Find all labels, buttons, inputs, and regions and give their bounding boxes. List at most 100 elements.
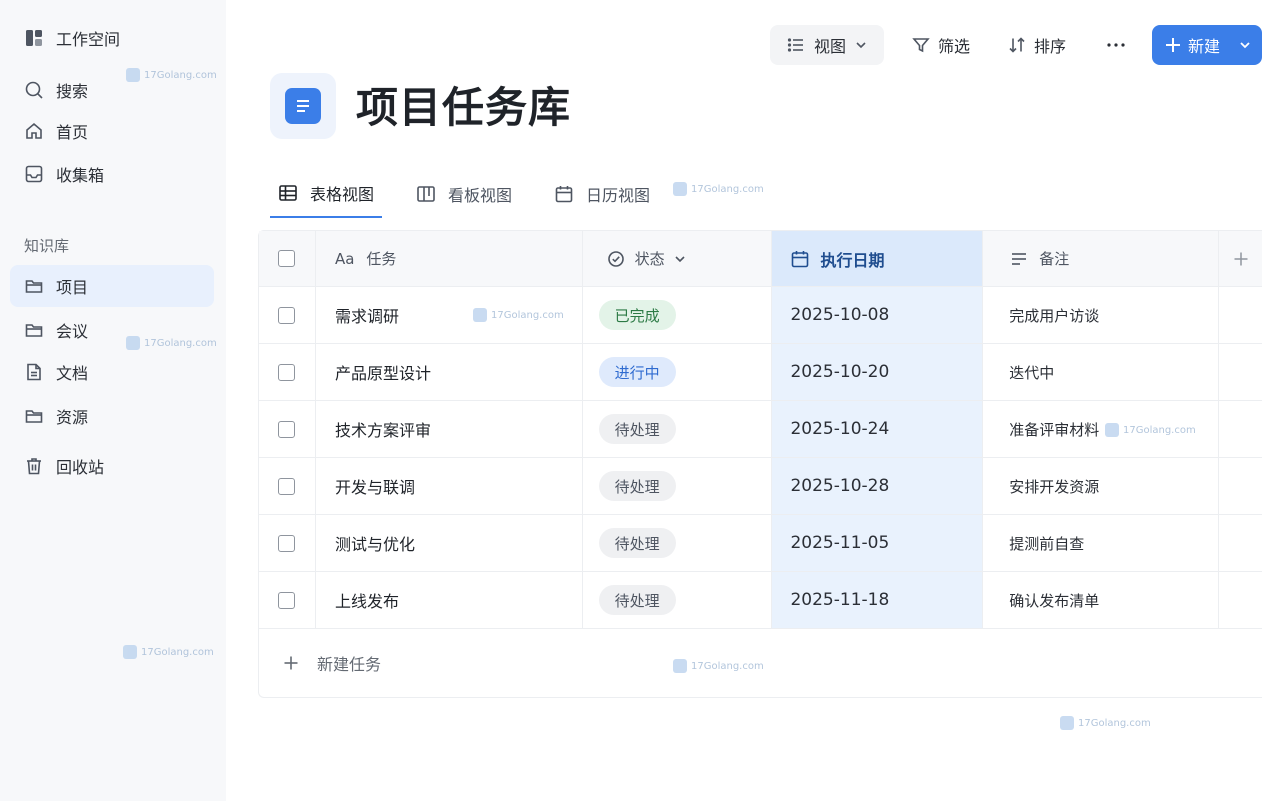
column-header-label: 状态 <box>634 250 665 268</box>
status-cell[interactable]: 待处理 <box>583 401 773 457</box>
note-cell[interactable]: 迭代中 <box>983 344 1220 400</box>
sort-icon <box>1009 37 1025 53</box>
table-row[interactable]: 上线发布 待处理 2025-11-18 确认发布清单 <box>259 572 1262 629</box>
row-check-cell <box>259 287 316 343</box>
column-header-label: 任务 <box>366 250 397 268</box>
new-task-button[interactable]: 新建任务 <box>259 629 381 697</box>
row-checkbox[interactable] <box>278 591 296 609</box>
sort-button[interactable]: 排序 <box>994 25 1080 65</box>
row-checkbox[interactable] <box>278 420 296 438</box>
check-circle-icon <box>607 250 624 267</box>
date-cell[interactable]: 2025-10-20 <box>772 344 984 400</box>
date-cell[interactable]: 2025-11-05 <box>772 515 984 571</box>
sidebar-item-resources[interactable]: 资源 <box>10 395 214 437</box>
status-cell[interactable]: 待处理 <box>583 458 773 514</box>
sidebar-inbox[interactable]: 收集箱 <box>10 153 214 195</box>
more-button[interactable] <box>1096 25 1136 65</box>
row-extra-cell <box>1219 515 1262 571</box>
task-table: Aa 任务 状态 执行日期 备注 需求调研 已完成 2025-10-08 完成用… <box>258 230 1262 698</box>
sidebar-item-label: 资源 <box>56 408 89 427</box>
status-cell[interactable]: 已完成 <box>583 287 773 343</box>
column-header-status[interactable]: 状态 <box>583 231 773 286</box>
tab-label: 看板视图 <box>448 186 513 205</box>
column-header-task[interactable]: Aa 任务 <box>316 231 583 286</box>
task-cell[interactable]: 测试与优化 <box>316 515 583 571</box>
layout-icon <box>24 28 44 48</box>
status-badge: 待处理 <box>598 471 676 501</box>
header-select-all[interactable] <box>259 231 316 286</box>
date-cell[interactable]: 2025-11-18 <box>772 572 984 628</box>
database-icon[interactable] <box>270 73 336 139</box>
select-all-checkbox[interactable] <box>278 250 296 267</box>
chevron-down-icon <box>675 255 685 262</box>
row-check-cell <box>259 458 316 514</box>
watermark-logo-icon <box>123 645 137 659</box>
text-lines-icon <box>1012 252 1027 265</box>
column-header-note[interactable]: 备注 <box>983 231 1220 286</box>
status-badge: 待处理 <box>598 528 676 558</box>
folder-icon <box>24 320 44 340</box>
date-cell[interactable]: 2025-10-28 <box>772 458 984 514</box>
status-cell[interactable]: 待处理 <box>583 515 773 571</box>
row-check-cell <box>259 572 316 628</box>
table-row[interactable]: 需求调研 已完成 2025-10-08 完成用户访谈 <box>259 287 1262 344</box>
status-cell[interactable]: 进行中 <box>583 344 773 400</box>
new-button[interactable]: 新建 <box>1152 25 1262 65</box>
task-cell[interactable]: 开发与联调 <box>316 458 583 514</box>
row-checkbox[interactable] <box>278 363 296 381</box>
watermark-text: 17Golang.com <box>1123 424 1196 436</box>
status-cell[interactable]: 待处理 <box>583 572 773 628</box>
text-type-icon: Aa <box>334 249 355 268</box>
watermark-text: 17Golang.com <box>1078 717 1151 729</box>
note-cell[interactable]: 安排开发资源 <box>983 458 1220 514</box>
watermark-text: 17Golang.com <box>491 309 564 321</box>
watermark-logo-icon <box>673 659 687 673</box>
date-cell[interactable]: 2025-10-24 <box>772 401 984 457</box>
task-cell[interactable]: 上线发布 <box>316 572 583 628</box>
row-checkbox[interactable] <box>278 534 296 552</box>
table-row[interactable]: 产品原型设计 进行中 2025-10-20 迭代中 <box>259 344 1262 401</box>
add-column-button[interactable] <box>1219 231 1262 286</box>
tab-board-view[interactable]: 看板视图 <box>408 170 520 218</box>
task-cell[interactable]: 产品原型设计 <box>316 344 583 400</box>
view-button[interactable]: 视图 <box>769 25 884 65</box>
sidebar-item-label: 文档 <box>56 364 89 383</box>
row-checkbox[interactable] <box>278 306 296 324</box>
date-cell[interactable]: 2025-10-08 <box>772 287 984 343</box>
table-row[interactable]: 测试与优化 待处理 2025-11-05 提测前自查 <box>259 515 1262 572</box>
filter-button[interactable]: 筛选 <box>898 25 984 65</box>
sidebar-item-docs[interactable]: 文档 <box>10 351 214 393</box>
column-header-date[interactable]: 执行日期 <box>772 231 984 286</box>
sidebar-item-projects[interactable]: 项目 <box>10 265 214 307</box>
sidebar-item-label: 项目 <box>56 278 89 297</box>
sidebar-home[interactable]: 首页 <box>10 110 214 152</box>
sidebar-inbox-label: 收集箱 <box>56 166 105 185</box>
task-cell[interactable]: 技术方案评审 <box>316 401 583 457</box>
watermark-logo-icon <box>126 336 140 350</box>
row-checkbox[interactable] <box>278 477 296 495</box>
watermark-text: 17Golang.com <box>141 646 214 658</box>
tab-table-view[interactable]: 表格视图 <box>270 170 383 218</box>
table-header: Aa 任务 状态 执行日期 备注 <box>259 231 1262 287</box>
watermark-logo-icon <box>1105 423 1119 437</box>
sidebar-trash[interactable]: 回收站 <box>10 445 214 487</box>
view-tabs: 表格视图 看板视图 日历视图 <box>270 170 684 220</box>
note-cell[interactable]: 提测前自查 <box>983 515 1220 571</box>
note-cell[interactable]: 完成用户访谈 <box>983 287 1220 343</box>
row-extra-cell <box>1219 572 1262 628</box>
chevron-down-icon[interactable] <box>1238 38 1252 52</box>
toolbar: 视图 筛选 排序 新建 <box>769 25 1262 65</box>
sidebar: 工作空间 搜索 首页 收集箱 知识库 项目 会议 文档 资源 回收站 <box>0 0 226 801</box>
note-cell[interactable]: 确认发布清单 <box>983 572 1220 628</box>
filter-icon <box>912 38 930 53</box>
sidebar-workspace[interactable]: 工作空间 <box>10 17 214 59</box>
page-title: 项目任务库 <box>356 83 572 132</box>
home-icon <box>24 121 44 141</box>
row-extra-cell <box>1219 401 1262 457</box>
tab-calendar-view[interactable]: 日历视图 <box>546 170 658 218</box>
table-row[interactable]: 开发与联调 待处理 2025-10-28 安排开发资源 <box>259 458 1262 515</box>
watermark: 17Golang.com <box>126 336 217 350</box>
view-button-label: 视图 <box>813 37 846 56</box>
watermark: 17Golang.com <box>1060 716 1151 730</box>
inbox-icon <box>24 164 44 184</box>
